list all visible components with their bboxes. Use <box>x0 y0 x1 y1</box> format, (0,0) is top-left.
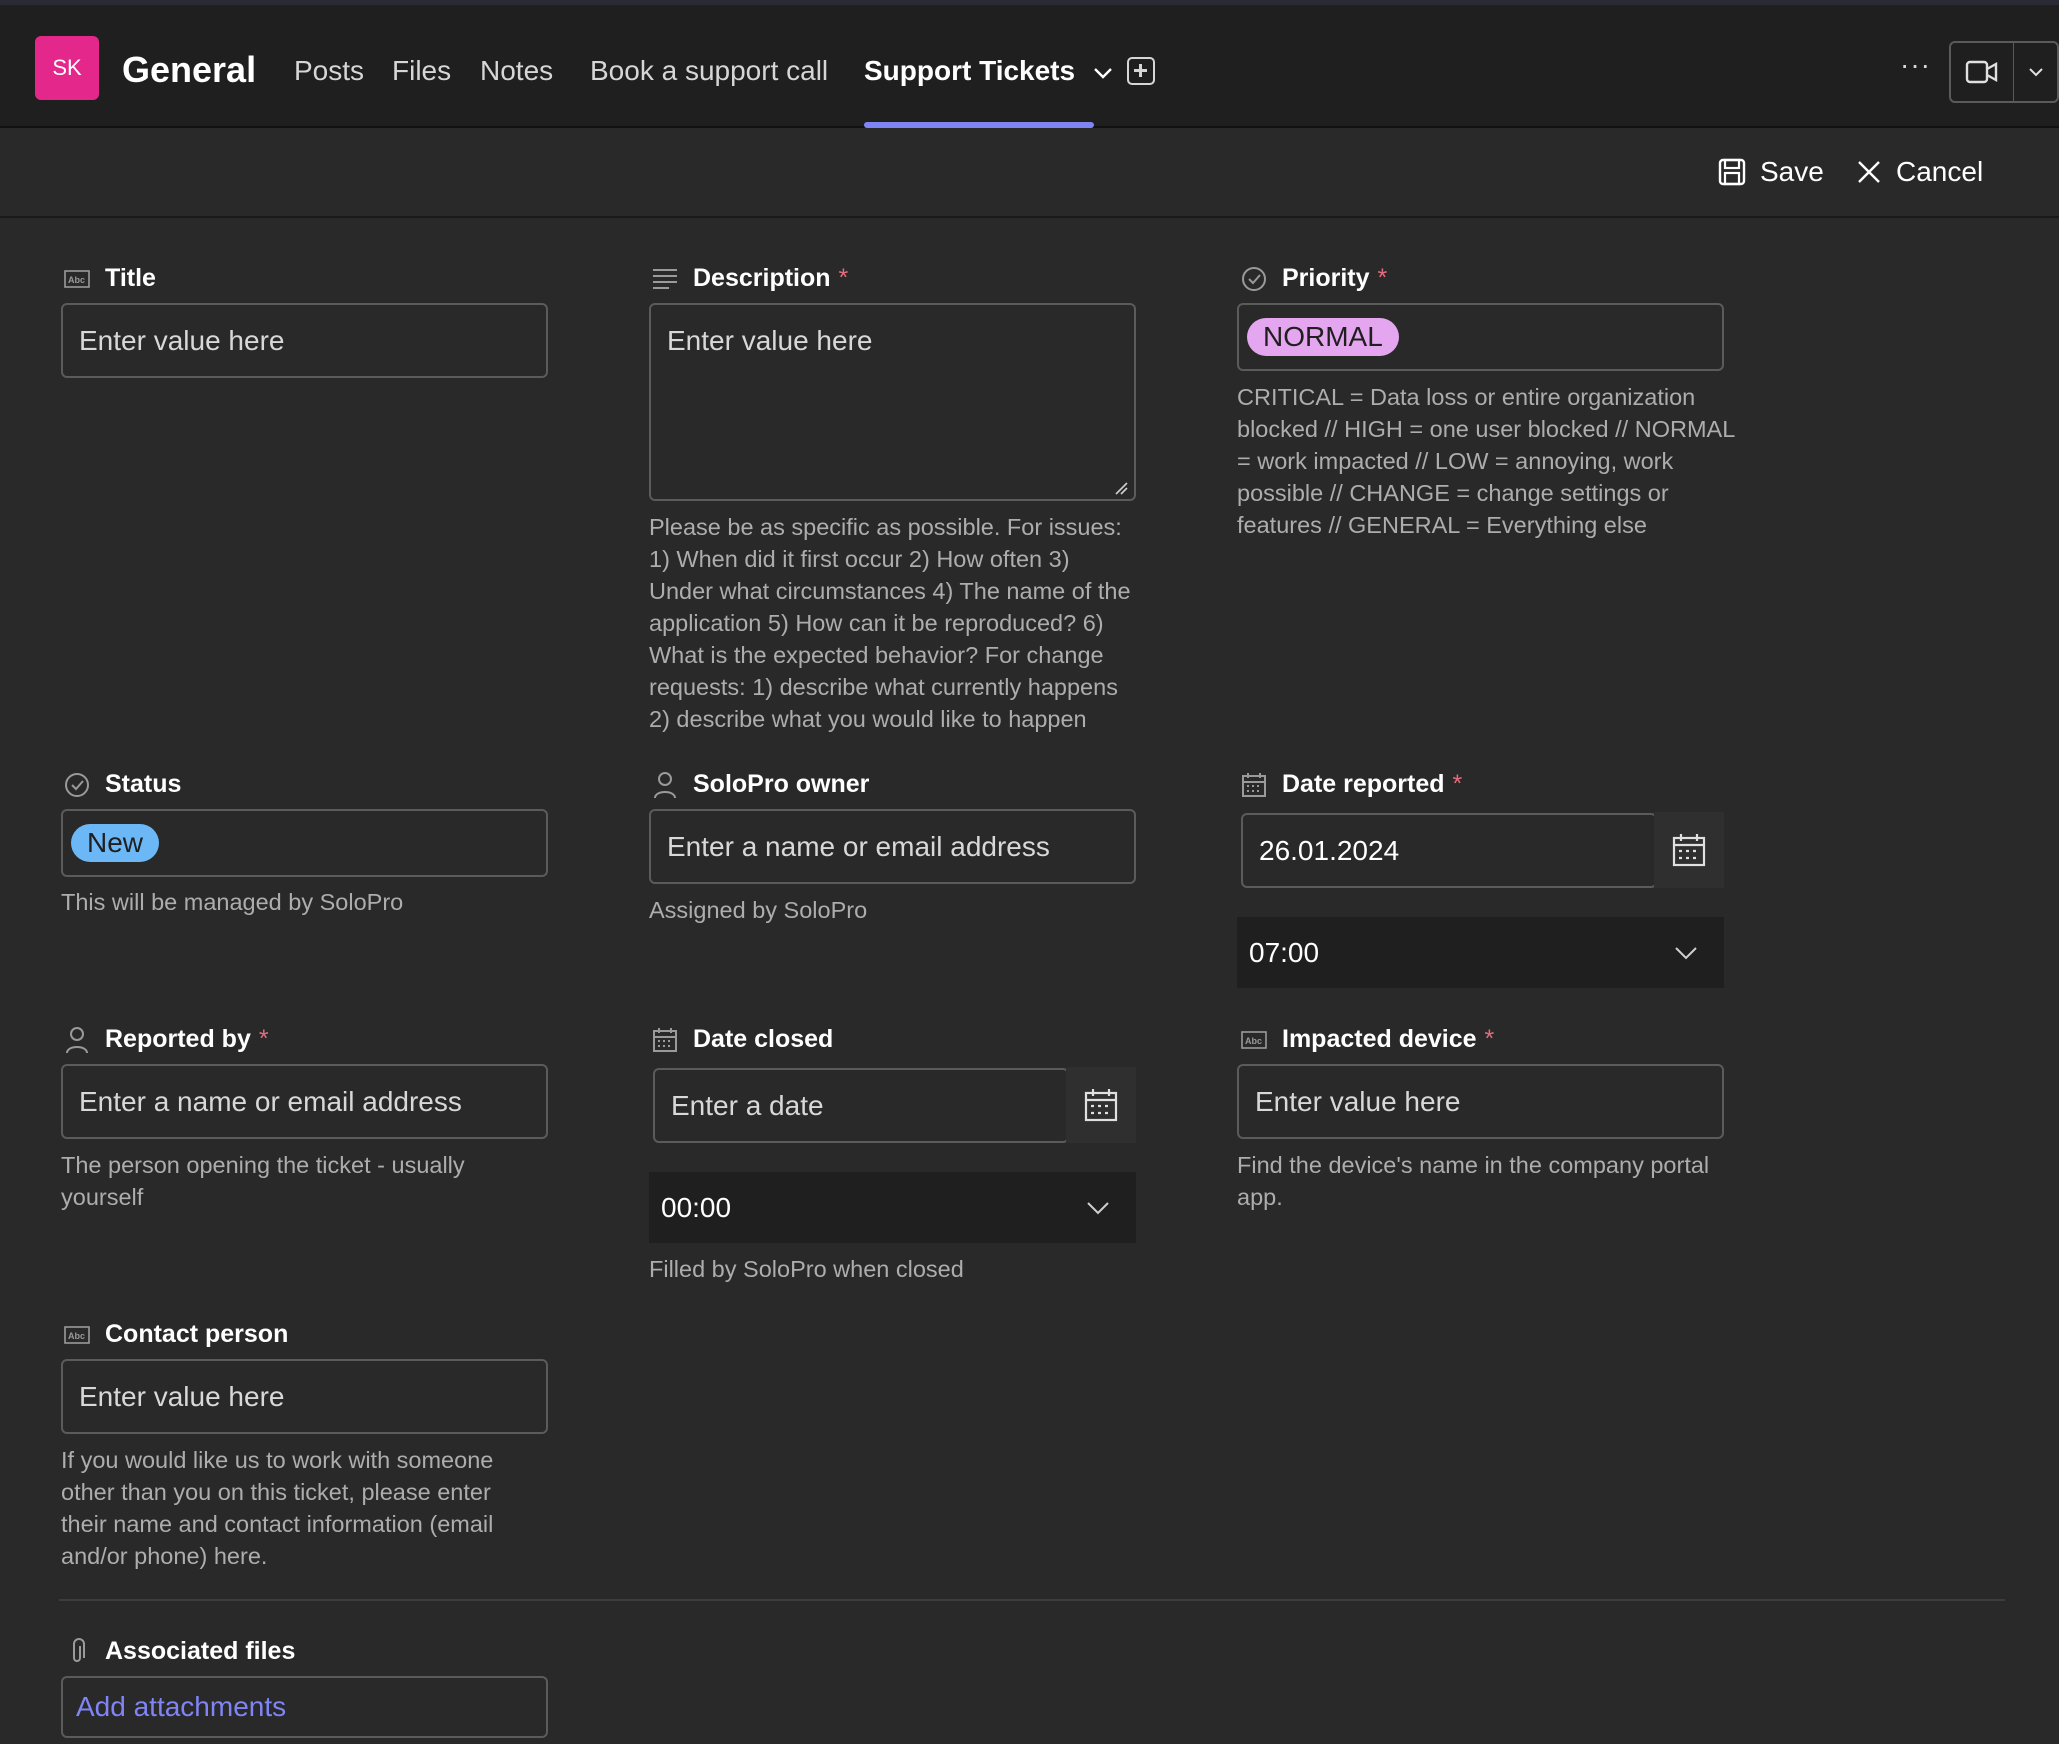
team-avatar[interactable]: SK <box>35 36 99 100</box>
owner-helper-text: Assigned by SoloPro <box>649 897 868 923</box>
calendar-icon <box>1672 834 1706 867</box>
video-camera-icon[interactable] <box>1951 43 2013 101</box>
status-field-label: Status <box>63 770 181 799</box>
required-marker: * <box>1484 1025 1495 1053</box>
priority-choice-field[interactable]: NORMAL <box>1237 303 1724 371</box>
associated-files-label-text: Associated files <box>105 1637 296 1665</box>
description-placeholder: Enter value here <box>667 325 873 356</box>
add-tab-icon[interactable] <box>1127 57 1155 85</box>
text-field-icon: Abc <box>1240 1026 1268 1054</box>
close-icon <box>1858 161 1880 183</box>
text-field-icon: Abc <box>63 265 91 293</box>
tab-book-support-call[interactable]: Book a support call <box>590 55 828 87</box>
owner-field-label: SoloPro owner <box>651 770 869 799</box>
svg-text:Abc: Abc <box>68 275 85 285</box>
contact-person-field-label: Abc Contact person <box>63 1320 288 1349</box>
more-options-icon[interactable]: ··· <box>1900 49 1931 81</box>
svg-text:Abc: Abc <box>1245 1036 1262 1046</box>
tab-support-tickets-label: Support Tickets <box>864 55 1076 86</box>
priority-value-pill[interactable]: NORMAL <box>1247 318 1399 356</box>
date-closed-helper-text: Filled by SoloPro when closed <box>649 1256 964 1282</box>
multiline-text-icon <box>651 265 679 293</box>
tab-notes[interactable]: Notes <box>480 55 553 87</box>
contact-person-input[interactable]: Enter value here <box>61 1359 548 1434</box>
owner-people-picker[interactable]: Enter a name or email address <box>649 809 1136 884</box>
status-helper-text: This will be managed by SoloPro <box>61 889 404 915</box>
chevron-down-icon <box>1675 946 1697 959</box>
chevron-down-icon <box>1094 67 1112 79</box>
choice-check-icon <box>1240 265 1268 293</box>
avatar-initials: SK <box>52 55 82 80</box>
choice-check-icon <box>63 771 91 799</box>
required-marker: * <box>838 264 849 292</box>
priority-label-text: Priority <box>1282 264 1370 292</box>
date-closed-time-value: 00:00 <box>661 1191 732 1223</box>
title-label-text: Title <box>105 264 156 292</box>
contact-person-label-text: Contact person <box>105 1320 289 1348</box>
calendar-icon <box>1084 1089 1118 1122</box>
text-field-icon: Abc <box>63 1321 91 1349</box>
reported-by-label-text: Reported by <box>105 1025 251 1053</box>
impacted-device-helper-text: Find the device's name in the company po… <box>1237 1152 1710 1210</box>
date-reported-time-dropdown[interactable]: 07:00 <box>1237 917 1724 988</box>
description-label-text: Description <box>693 264 831 292</box>
meet-dropdown-chevron-icon[interactable] <box>2014 43 2057 101</box>
impacted-device-field-label: Abc Impacted device * <box>1240 1025 1494 1054</box>
calendar-icon <box>651 1026 679 1054</box>
date-closed-calendar-button[interactable] <box>1066 1067 1136 1143</box>
save-icon <box>1718 158 1746 186</box>
section-divider <box>59 1599 2005 1601</box>
priority-field-label: Priority * <box>1240 264 1387 293</box>
status-label-text: Status <box>105 770 182 798</box>
channel-title: General <box>122 49 257 90</box>
impacted-device-label-text: Impacted device <box>1282 1025 1477 1053</box>
tab-posts[interactable]: Posts <box>294 55 364 87</box>
reported-by-people-picker[interactable]: Enter a name or email address <box>61 1064 548 1139</box>
associated-files-field-label: Associated files <box>63 1637 295 1666</box>
priority-helper-text: CRITICAL = Data loss or entire organizat… <box>1237 384 1735 538</box>
paperclip-icon <box>63 1637 91 1666</box>
date-closed-field-label: Date closed <box>651 1025 833 1054</box>
description-helper-text: Please be as specific as possible. For i… <box>649 514 1131 732</box>
save-button[interactable]: Save <box>1718 156 1824 188</box>
description-textarea[interactable]: Enter value here <box>649 303 1136 501</box>
tab-support-tickets[interactable]: Support Tickets <box>864 55 1113 87</box>
date-reported-label-text: Date reported <box>1282 770 1445 798</box>
person-icon <box>651 771 679 799</box>
save-label: Save <box>1760 156 1824 187</box>
date-closed-input[interactable]: Enter a date <box>653 1068 1069 1143</box>
contact-person-helper-text: If you would like us to work with someon… <box>61 1447 494 1569</box>
title-field-label: Abc Title <box>63 264 156 293</box>
required-marker: * <box>1377 264 1388 292</box>
status-choice-field[interactable]: New <box>61 809 548 877</box>
chevron-down-icon <box>1087 1201 1109 1214</box>
cancel-button[interactable]: Cancel <box>1856 156 1983 188</box>
app-header: SK General Posts Files Notes Book a supp… <box>0 0 2059 128</box>
required-marker: * <box>258 1025 269 1053</box>
meet-button[interactable] <box>1949 41 2059 103</box>
add-attachments-link[interactable]: Add attachments <box>76 1691 286 1723</box>
date-reported-input[interactable]: 26.01.2024 <box>1241 813 1657 888</box>
required-marker: * <box>1452 770 1463 798</box>
description-field-label: Description * <box>651 264 848 293</box>
reported-by-field-label: Reported by * <box>63 1025 269 1054</box>
command-bar: Save Cancel <box>0 128 2059 218</box>
attachments-box: Add attachments <box>61 1676 548 1738</box>
date-reported-field-label: Date reported * <box>1240 770 1462 799</box>
date-closed-time-dropdown[interactable]: 00:00 <box>649 1172 1136 1243</box>
svg-text:Abc: Abc <box>68 1331 85 1341</box>
impacted-device-input[interactable]: Enter value here <box>1237 1064 1724 1139</box>
date-reported-time-value: 07:00 <box>1249 936 1320 968</box>
owner-label-text: SoloPro owner <box>693 770 870 798</box>
title-input[interactable]: Enter value here <box>61 303 548 378</box>
calendar-icon <box>1240 771 1268 799</box>
person-icon <box>63 1026 91 1054</box>
date-reported-calendar-button[interactable] <box>1654 812 1724 888</box>
reported-by-helper-text: The person opening the ticket - usually … <box>61 1152 465 1210</box>
cancel-label: Cancel <box>1896 156 1984 187</box>
resize-handle-icon[interactable] <box>1114 481 1128 495</box>
date-closed-label-text: Date closed <box>693 1025 834 1053</box>
tab-files[interactable]: Files <box>392 55 451 87</box>
status-value-pill[interactable]: New <box>71 824 160 862</box>
